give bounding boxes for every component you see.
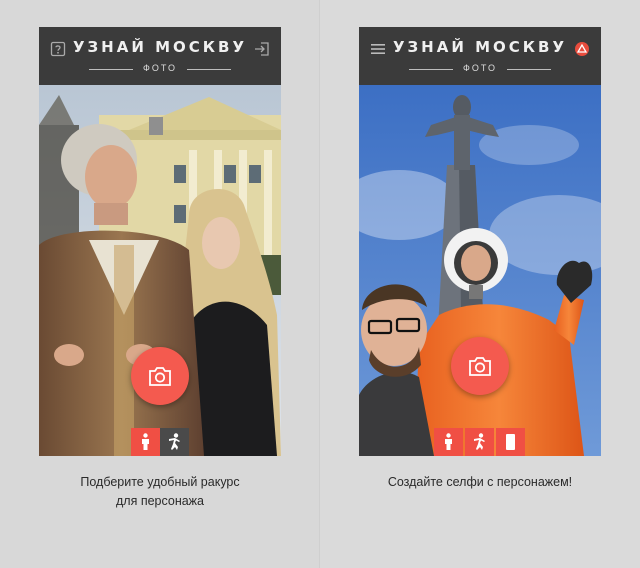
title-rule-right: [187, 69, 231, 70]
tool-pose[interactable]: [160, 428, 189, 456]
app-header: УЗНАЙ МОСКВУ ФОТО: [359, 27, 601, 85]
app-subtitle: ФОТО: [463, 63, 497, 73]
caption-left-line1: Подберите удобный ракурс: [80, 475, 240, 489]
pose-icon: [474, 433, 485, 450]
tool-person[interactable]: [131, 428, 160, 456]
phone-icon: [506, 434, 515, 450]
left-panel: УЗНАЙ МОСКВУ ФОТО Подберите удобный раку…: [0, 0, 320, 568]
caption-right: Создайте селфи с персонажем!: [320, 473, 640, 492]
app-header: УЗНАЙ МОСКВУ ФОТО: [39, 27, 281, 85]
title-rule-right: [507, 69, 551, 70]
tool-pose[interactable]: [465, 428, 494, 456]
person-icon: [142, 433, 149, 450]
exit-icon[interactable]: [254, 41, 270, 57]
tool-person[interactable]: [434, 428, 463, 456]
logo-icon[interactable]: [574, 41, 590, 57]
camera-preview[interactable]: [359, 85, 601, 456]
app-subtitle: ФОТО: [143, 63, 177, 73]
caption-left-line2: для персонажа: [115, 494, 204, 508]
app-title: УЗНАЙ МОСКВУ: [72, 38, 248, 56]
capture-button[interactable]: [451, 337, 509, 395]
camera-scene-image: [359, 85, 601, 456]
capture-button[interactable]: [131, 347, 189, 405]
phone-screen-right: УЗНАЙ МОСКВУ ФОТО: [359, 27, 601, 456]
person-icon: [445, 433, 452, 450]
phone-screen-left: УЗНАЙ МОСКВУ ФОТО: [39, 27, 281, 456]
caption-left: Подберите удобный ракурс для персонажа: [0, 473, 320, 511]
right-panel: УЗНАЙ МОСКВУ ФОТО Создайте селфи с персо…: [320, 0, 640, 568]
caption-right-line1: Создайте селфи с персонажем!: [387, 475, 573, 489]
pose-icon: [169, 433, 180, 450]
camera-preview[interactable]: [39, 85, 281, 456]
camera-icon: [149, 367, 171, 386]
app-title: УЗНАЙ МОСКВУ: [392, 38, 568, 56]
camera-icon: [469, 357, 491, 376]
tool-phone[interactable]: [496, 428, 525, 456]
